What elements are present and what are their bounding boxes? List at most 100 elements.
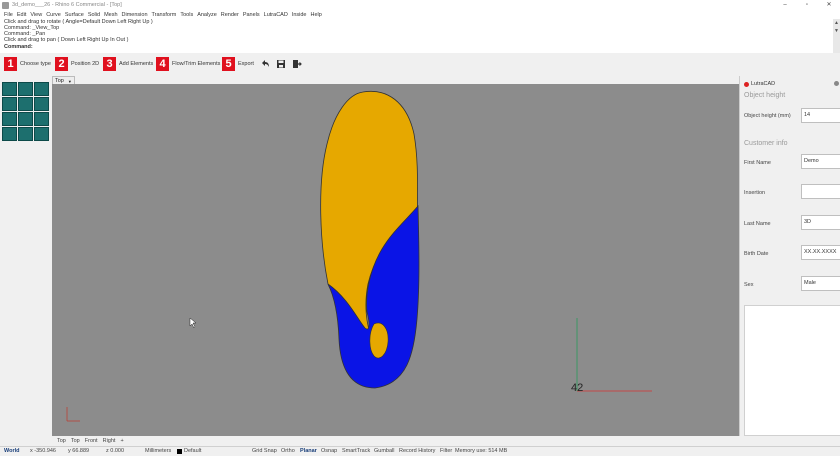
- minimize-button[interactable]: –: [774, 0, 796, 10]
- birth-date-input[interactable]: XX.XX.XXXX: [801, 245, 840, 260]
- tool-button[interactable]: [18, 127, 33, 141]
- memory-usage: Memory use: 514 MB: [455, 448, 508, 454]
- insertion-input[interactable]: [801, 184, 840, 199]
- tab-top[interactable]: Top: [57, 438, 66, 444]
- step-choose-type-button[interactable]: 1 Choose type: [4, 57, 51, 71]
- close-button[interactable]: ✕: [818, 0, 840, 10]
- gumball-toggle[interactable]: Gumball: [374, 448, 394, 454]
- panel-close-icon[interactable]: [834, 81, 839, 86]
- object-height-label: Object height (mm): [744, 113, 791, 119]
- tool-button[interactable]: [2, 82, 17, 96]
- object-height-input[interactable]: 14: [801, 108, 840, 123]
- left-tool-palette: [0, 76, 50, 436]
- menu-lutracad[interactable]: LutraCAD: [264, 12, 288, 18]
- notes-area[interactable]: [744, 305, 840, 436]
- viewport-tabs: Top Top Front Right +: [52, 436, 739, 445]
- save-icon[interactable]: [276, 59, 286, 69]
- layer-color-swatch: [177, 449, 182, 454]
- tab-add-button[interactable]: +: [120, 438, 123, 444]
- step-label: Add Elements: [119, 61, 154, 67]
- menu-solid[interactable]: Solid: [88, 12, 100, 18]
- current-layer[interactable]: Default: [184, 448, 201, 454]
- units[interactable]: Millimeters: [145, 448, 171, 454]
- menu-surface[interactable]: Surface: [65, 12, 84, 18]
- menu-dimension[interactable]: Dimension: [122, 12, 148, 18]
- step-number: 1: [4, 57, 17, 71]
- tool-button[interactable]: [34, 82, 49, 96]
- menu-mesh[interactable]: Mesh: [104, 12, 117, 18]
- tool-button[interactable]: [18, 112, 33, 126]
- command-scrollbar[interactable]: ▲ ▼: [833, 19, 840, 53]
- insertion-label: Insertion: [744, 190, 766, 196]
- sex-label: Sex: [744, 282, 754, 288]
- tool-button[interactable]: [2, 97, 17, 111]
- rhino-app-icon: [2, 1, 9, 9]
- smarttrack-toggle[interactable]: SmartTrack: [342, 448, 370, 454]
- viewport-canvas[interactable]: 42: [52, 84, 739, 436]
- z-coordinate: z 0.000: [106, 448, 125, 454]
- menu-edit[interactable]: Edit: [17, 12, 26, 18]
- maximize-button[interactable]: ▫: [796, 0, 818, 10]
- step-number: 4: [156, 57, 169, 71]
- section-customer-info: Customer info: [744, 140, 788, 147]
- menu-inside[interactable]: Inside: [292, 12, 307, 18]
- tab-front[interactable]: Front: [85, 438, 98, 444]
- filter-toggle[interactable]: Filter: [440, 448, 452, 454]
- tool-button[interactable]: [18, 82, 33, 96]
- step-export-button[interactable]: 5 Export: [222, 57, 254, 71]
- menu-render[interactable]: Render: [221, 12, 239, 18]
- menu-tools[interactable]: Tools: [180, 12, 193, 18]
- step-position-2d-button[interactable]: 2 Position 2D: [55, 57, 99, 71]
- command-prompt[interactable]: Command:: [4, 44, 33, 50]
- panel-header: LutraCAD: [744, 81, 775, 87]
- tool-button[interactable]: [18, 97, 33, 111]
- menu-help[interactable]: Help: [311, 12, 322, 18]
- record-history-toggle[interactable]: Record History: [399, 448, 435, 454]
- viewport-top[interactable]: 42: [52, 84, 739, 436]
- panel-title: LutraCAD: [751, 81, 776, 87]
- step-label: Position 2D: [71, 61, 100, 67]
- ortho-toggle[interactable]: Ortho: [281, 448, 295, 454]
- planar-toggle[interactable]: Planar: [300, 448, 317, 454]
- lutracad-panel: LutraCAD Object height Object height (mm…: [739, 76, 840, 436]
- section-object-height: Object height: [744, 92, 786, 99]
- axis-label: 42: [571, 382, 583, 394]
- command-history[interactable]: Click and drag to rotate ( Angle=Default…: [0, 19, 840, 54]
- step-label: Choose type: [20, 61, 51, 67]
- step-number: 5: [222, 57, 235, 71]
- lutracad-toolbar: 1 Choose type 2 Position 2D 3 Add Elemen…: [0, 53, 840, 75]
- tool-button[interactable]: [34, 127, 49, 141]
- step-flow-trim-button[interactable]: 4 Flow/Trim Elements: [156, 57, 220, 71]
- menu-analyze[interactable]: Analyze: [197, 12, 217, 18]
- title-bar: 3d_demo___26 - Rhino 6 Commercial - [Top…: [0, 0, 840, 10]
- step-label: Flow/Trim Elements: [172, 61, 221, 67]
- grid-snap-toggle[interactable]: Grid Snap: [252, 448, 277, 454]
- tab-top-2[interactable]: Top: [71, 438, 80, 444]
- chevron-down-icon[interactable]: ▼: [68, 79, 72, 84]
- window-title: 3d_demo___26 - Rhino 6 Commercial - [Top…: [12, 2, 122, 8]
- step-number: 2: [55, 57, 68, 71]
- scroll-down-icon[interactable]: ▼: [833, 27, 840, 35]
- command-line: Click and drag to pan ( Down Left Right …: [4, 37, 129, 43]
- exit-icon[interactable]: [292, 59, 302, 69]
- tool-button[interactable]: [2, 112, 17, 126]
- tool-button[interactable]: [34, 97, 49, 111]
- menu-transform[interactable]: Transform: [152, 12, 177, 18]
- step-number: 3: [103, 57, 116, 71]
- menu-bar: File Edit View Curve Surface Solid Mesh …: [0, 10, 840, 19]
- osnap-toggle[interactable]: Osnap: [321, 448, 337, 454]
- tool-button[interactable]: [34, 112, 49, 126]
- undo-icon[interactable]: [260, 59, 270, 69]
- last-name-input[interactable]: 3D: [801, 215, 840, 230]
- first-name-input[interactable]: Demo: [801, 154, 840, 169]
- coordinate-system[interactable]: World: [4, 448, 19, 454]
- menu-curve[interactable]: Curve: [46, 12, 61, 18]
- scroll-up-icon[interactable]: ▲: [833, 19, 840, 27]
- menu-file[interactable]: File: [4, 12, 13, 18]
- step-add-elements-button[interactable]: 3 Add Elements: [103, 57, 153, 71]
- tab-right[interactable]: Right: [103, 438, 116, 444]
- menu-view[interactable]: View: [30, 12, 42, 18]
- menu-panels[interactable]: Panels: [243, 12, 260, 18]
- sex-select[interactable]: Male: [801, 276, 840, 291]
- tool-button[interactable]: [2, 127, 17, 141]
